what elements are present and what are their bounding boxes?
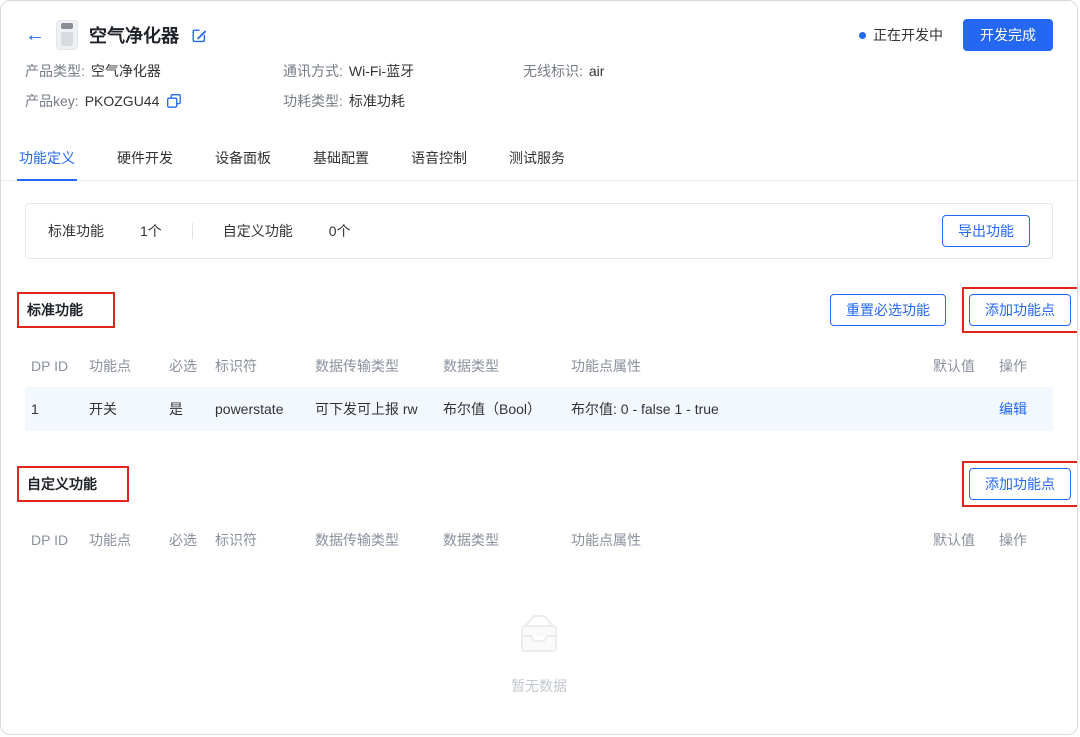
status-text: 正在开发中 [873, 27, 943, 43]
wireless-id-label: 无线标识: [523, 63, 583, 79]
tab-bar: 功能定义 硬件开发 设备面板 基础配置 语音控制 测试服务 [1, 137, 1077, 181]
tab-test-service[interactable]: 测试服务 [507, 137, 567, 180]
cell-dpid: 1 [31, 401, 39, 417]
standard-functions-section-header: 标准功能 重置必选功能 添加功能点 [17, 287, 1077, 333]
header-cell-default: 默认值 [933, 358, 975, 374]
product-image-detail [61, 23, 73, 29]
header-cell-function: 功能点 [89, 358, 131, 374]
wireless-id-item: 无线标识: air [523, 61, 1053, 81]
product-type-item: 产品类型: 空气净化器 [25, 61, 283, 81]
header-cell-required: 必选 [169, 358, 197, 374]
custom-functions-section-header: 自定义功能 添加功能点 [17, 461, 1077, 507]
header-cell-dpid: DP ID [31, 532, 69, 548]
header-cell-data-type: 数据类型 [443, 532, 499, 548]
header-cell-function: 功能点 [89, 532, 131, 548]
tab-voice-control[interactable]: 语音控制 [409, 137, 469, 180]
annotation-box-standard-title: 标准功能 [17, 292, 115, 328]
header-cell-action: 操作 [999, 532, 1027, 548]
power-type-label: 功耗类型: [283, 93, 343, 109]
header-cell-property: 功能点属性 [571, 532, 641, 548]
wireless-id-value: air [588, 63, 605, 79]
product-info: 产品类型: 空气净化器 通讯方式: Wi-Fi-蓝牙 无线标识: air 产品k… [1, 59, 1077, 111]
custom-function-count-label: 自定义功能 [222, 223, 293, 239]
tab-basic-config[interactable]: 基础配置 [311, 137, 371, 180]
add-function-point-button-custom[interactable]: 添加功能点 [969, 468, 1071, 500]
product-type-value: 空气净化器 [90, 63, 161, 79]
cell-function: 开关 [89, 401, 117, 417]
comm-type-value: Wi-Fi-蓝牙 [348, 63, 415, 79]
standard-functions-actions: 重置必选功能 添加功能点 [830, 287, 1077, 333]
standard-table-header-row: DP ID 功能点 必选 标识符 数据传输类型 数据类型 功能点属性 默认值 操… [25, 345, 1053, 387]
header-cell-required: 必选 [169, 532, 197, 548]
export-functions-button[interactable]: 导出功能 [942, 215, 1030, 247]
cell-data-type: 布尔值（Bool） [443, 401, 542, 417]
page-header: ← 空气净化器 正在开发中 开发完成 [1, 1, 1077, 59]
header-cell-identifier: 标识符 [215, 358, 257, 374]
empty-state: 暂无数据 [25, 561, 1053, 734]
product-type-label: 产品类型: [25, 63, 85, 79]
standard-functions-title: 标准功能 [27, 302, 83, 318]
custom-function-count-value: 0个 [328, 223, 351, 239]
power-type-item: 功耗类型: 标准功耗 [283, 91, 523, 111]
header-right: 正在开发中 开发完成 [859, 19, 1053, 51]
tab-hardware-development[interactable]: 硬件开发 [115, 137, 175, 180]
product-development-page: ← 空气净化器 正在开发中 开发完成 产品类型: 空气净化器 通讯方式: Wi-… [0, 0, 1078, 735]
cell-transfer-type: 可下发可上报 rw [315, 401, 418, 417]
header-cell-action: 操作 [999, 358, 1027, 374]
standard-functions-table: DP ID 功能点 必选 标识符 数据传输类型 数据类型 功能点属性 默认值 操… [25, 345, 1053, 431]
function-summary-bar: 标准功能 1个 自定义功能 0个 导出功能 [25, 203, 1053, 259]
status-badge: 正在开发中 [859, 25, 943, 45]
custom-functions-table: DP ID 功能点 必选 标识符 数据传输类型 数据类型 功能点属性 默认值 操… [25, 519, 1053, 734]
cell-property: 布尔值: 0 - false 1 - true [571, 401, 719, 417]
annotation-box-standard-add: 添加功能点 [962, 287, 1077, 333]
edit-row-link[interactable]: 编辑 [999, 399, 1047, 419]
product-key-item: 产品key: PKOZGU44 [25, 91, 283, 111]
summary-divider [191, 223, 193, 239]
main-content: 标准功能 1个 自定义功能 0个 导出功能 标准功能 重置必选功能 添加功能点 … [1, 203, 1077, 734]
empty-state-text: 暂无数据 [511, 677, 567, 694]
annotation-box-custom-add: 添加功能点 [962, 461, 1077, 507]
header-cell-data-type: 数据类型 [443, 358, 499, 374]
custom-functions-actions: 添加功能点 [962, 461, 1077, 507]
header-cell-identifier: 标识符 [215, 532, 257, 548]
custom-functions-title: 自定义功能 [27, 476, 97, 492]
reset-required-functions-button[interactable]: 重置必选功能 [830, 294, 946, 326]
develop-complete-button[interactable]: 开发完成 [963, 19, 1053, 51]
page-title: 空气净化器 [89, 26, 179, 46]
header-cell-default: 默认值 [933, 532, 975, 548]
comm-type-item: 通讯方式: Wi-Fi-蓝牙 [283, 61, 523, 81]
add-function-point-button-standard[interactable]: 添加功能点 [969, 294, 1071, 326]
table-row: 1 开关 是 powerstate 可下发可上报 rw 布尔值（Bool） 布尔… [25, 387, 1053, 431]
annotation-box-custom-title: 自定义功能 [17, 466, 129, 502]
header-cell-transfer-type: 数据传输类型 [315, 358, 399, 374]
product-key-value: PKOZGU44 [84, 93, 160, 109]
header-cell-dpid: DP ID [31, 358, 69, 374]
product-image-detail [61, 32, 73, 46]
header-left: ← 空气净化器 [25, 20, 207, 50]
edit-title-icon[interactable] [192, 28, 207, 43]
copy-icon[interactable] [167, 94, 182, 108]
power-type-value: 标准功耗 [348, 93, 405, 109]
empty-box-icon [504, 609, 574, 664]
cell-required: 是 [169, 401, 183, 417]
header-cell-transfer-type: 数据传输类型 [315, 532, 399, 548]
tab-function-definition[interactable]: 功能定义 [17, 137, 77, 181]
back-button[interactable]: ← [25, 25, 45, 45]
product-image [56, 20, 78, 50]
custom-table-header-row: DP ID 功能点 必选 标识符 数据传输类型 数据类型 功能点属性 默认值 操… [25, 519, 1053, 561]
status-dot-icon [859, 31, 866, 39]
comm-type-label: 通讯方式: [283, 63, 343, 79]
cell-identifier: powerstate [215, 401, 284, 417]
standard-function-count-value: 1个 [140, 223, 162, 239]
tab-device-panel[interactable]: 设备面板 [213, 137, 273, 180]
product-key-label: 产品key: [25, 93, 79, 109]
standard-function-count-label: 标准功能 [48, 223, 104, 239]
header-cell-property: 功能点属性 [571, 358, 641, 374]
